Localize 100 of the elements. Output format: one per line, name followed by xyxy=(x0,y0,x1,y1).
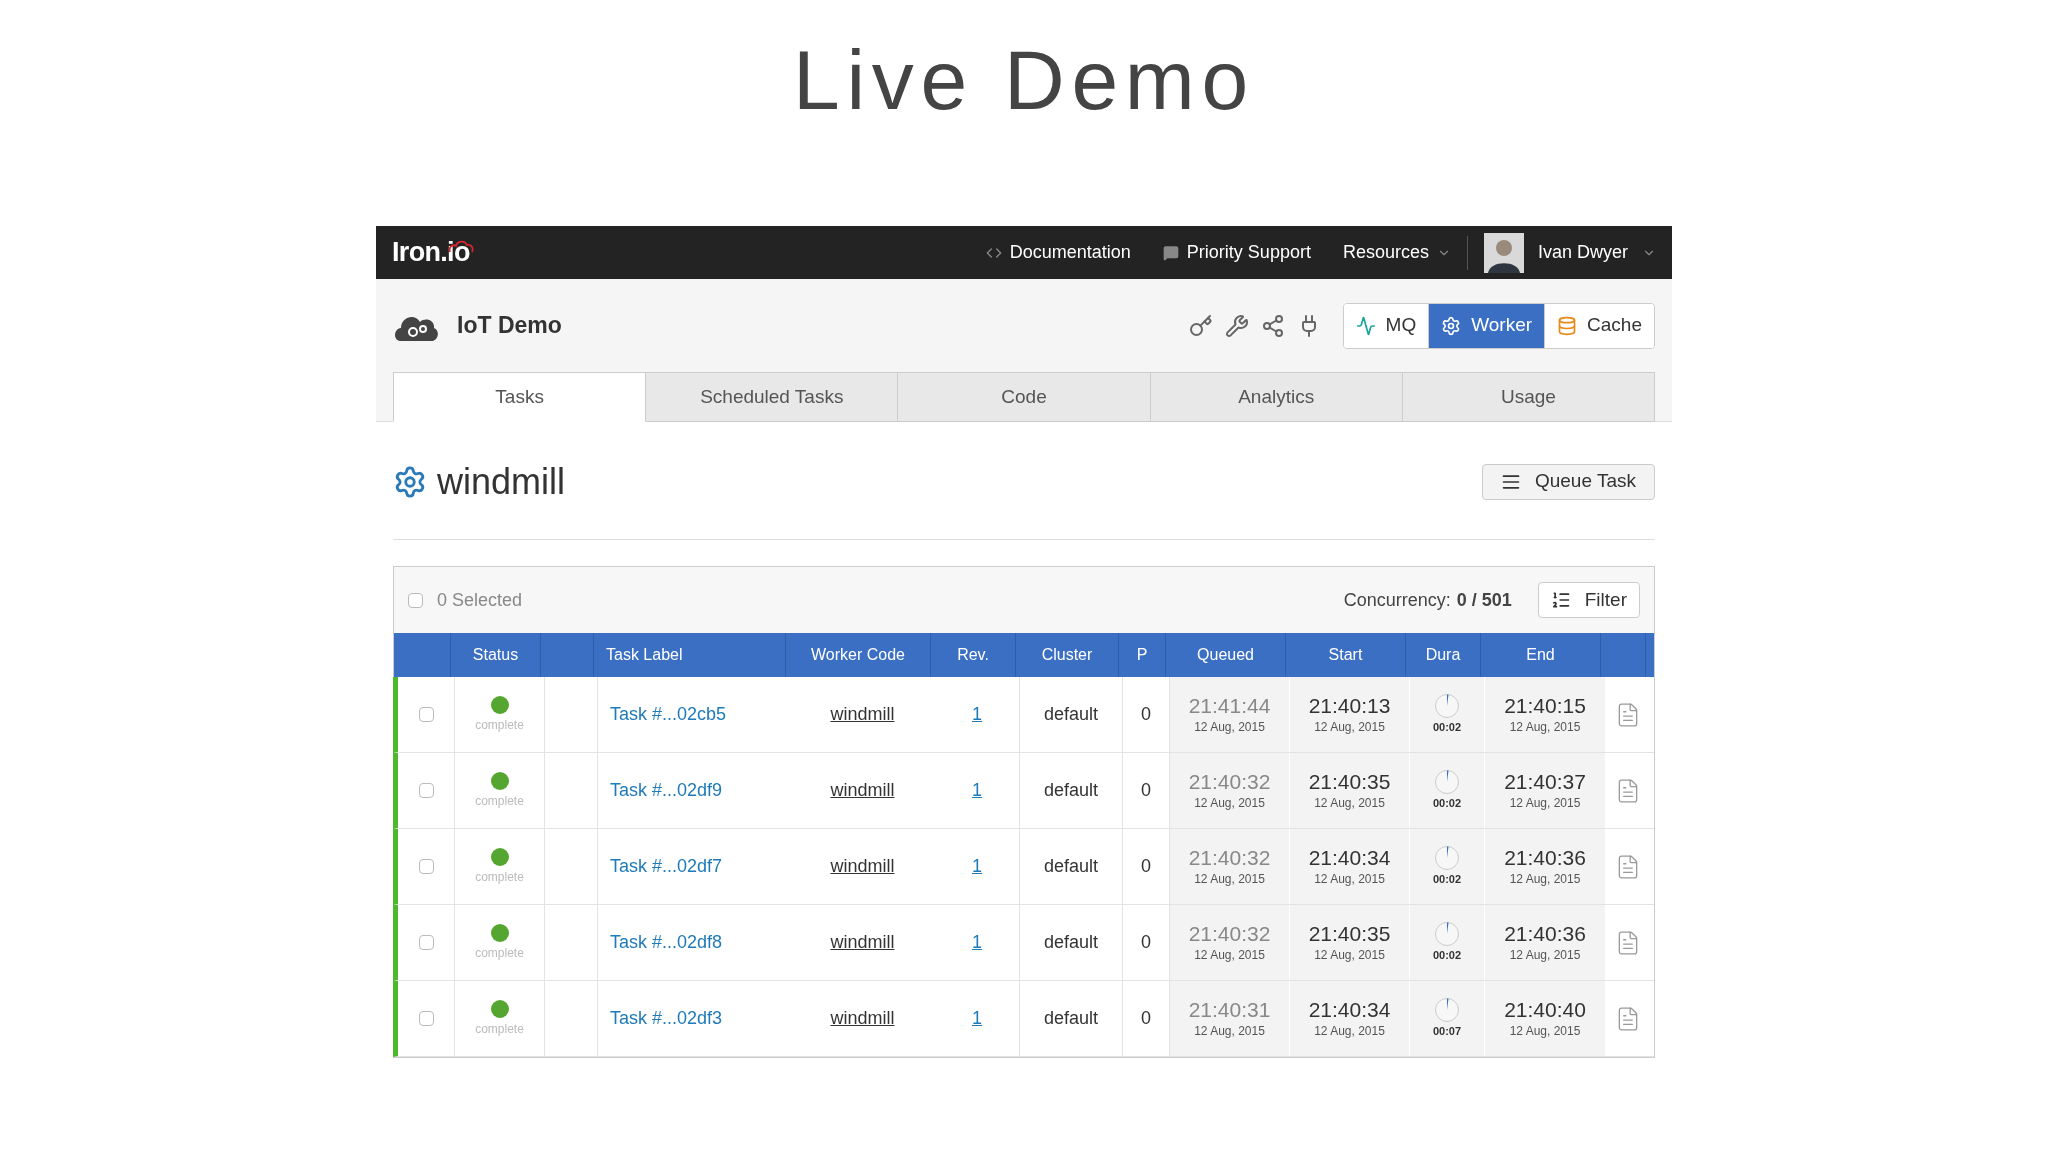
tab[interactable]: Tasks xyxy=(393,372,647,422)
service-tab[interactable]: Worker xyxy=(1428,303,1545,348)
user-menu[interactable]: Ivan Dwyer xyxy=(1483,232,1656,273)
duration-text: 00:02 xyxy=(1432,796,1462,812)
column-header[interactable]: Status xyxy=(472,643,519,667)
column-header[interactable]: Dura xyxy=(1425,643,1461,667)
stack-icon xyxy=(1557,315,1578,336)
checkbox[interactable] xyxy=(418,783,434,798)
queue-task-button[interactable]: Queue Task xyxy=(1481,463,1655,500)
time-text: 21:40:34 xyxy=(1308,997,1391,1022)
column-header[interactable]: Rev. xyxy=(957,643,989,667)
duration-text: 00:02 xyxy=(1432,872,1462,888)
cluster-cell-text: default xyxy=(1043,1007,1098,1030)
date-text: 12 Aug, 2015 xyxy=(1314,946,1385,964)
timer-icon xyxy=(1434,769,1460,796)
status-text: complete xyxy=(475,792,524,810)
tab[interactable]: Scheduled Tasks xyxy=(646,372,899,422)
worker-code-link[interactable]: windmill xyxy=(830,853,895,880)
filter-button[interactable]: Filter xyxy=(1537,582,1640,618)
cluster-cell-text: default xyxy=(1043,703,1098,726)
tools-icon[interactable] xyxy=(1224,313,1249,338)
task-link[interactable]: Task #...02df8 xyxy=(610,929,723,956)
column-header[interactable]: Task Label xyxy=(606,643,683,667)
logo[interactable]: Iron.io xyxy=(392,232,470,273)
date-text: 12 Aug, 2015 xyxy=(1194,946,1265,964)
avatar xyxy=(1483,232,1524,273)
tab[interactable]: Usage xyxy=(1402,372,1655,422)
checkbox[interactable] xyxy=(418,935,434,950)
sort-icon xyxy=(1550,590,1571,610)
time-text: 21:40:37 xyxy=(1504,769,1586,794)
date-text: 12 Aug, 2015 xyxy=(1314,870,1385,888)
task-link[interactable]: Task #...02df9 xyxy=(610,777,723,804)
time-text: 21:40:13 xyxy=(1308,693,1391,718)
task-link[interactable]: Task #...02df3 xyxy=(610,1005,723,1032)
tab[interactable]: Analytics xyxy=(1150,372,1403,422)
concurrency-label: Concurrency: xyxy=(1343,588,1451,612)
selected-count: 0 Selected xyxy=(437,588,523,612)
time-text: 21:40:35 xyxy=(1308,921,1391,946)
time-text: 21:40:40 xyxy=(1504,997,1586,1022)
worker-code-link[interactable]: windmill xyxy=(830,701,895,728)
date-text: 12 Aug, 2015 xyxy=(1509,718,1581,736)
tab[interactable]: Code xyxy=(898,372,1151,422)
worker-title: windmill xyxy=(437,459,566,504)
duration-text: 00:07 xyxy=(1432,1024,1462,1040)
date-text: 12 Aug, 2015 xyxy=(1509,946,1581,964)
task-link[interactable]: Task #...02df7 xyxy=(610,853,723,880)
priority-cell-text: 0 xyxy=(1141,1007,1151,1030)
duration-text: 00:02 xyxy=(1432,720,1462,736)
revision-link[interactable]: 1 xyxy=(972,701,982,728)
status-text: complete xyxy=(475,868,524,886)
wave-icon xyxy=(1355,315,1376,336)
task-row[interactable]: complete Task #...02df7 windmill 1 default 0 21:40:32 12 Aug, 2015 21:40:34 12 Aug, 2015 00:02 21:40:36 12 Aug, 2015 xyxy=(393,829,1654,905)
key-icon[interactable] xyxy=(1188,313,1213,338)
revision-link[interactable]: 1 xyxy=(972,929,982,956)
priority-cell-text: 0 xyxy=(1141,703,1151,726)
cluster-cell-text: default xyxy=(1043,855,1098,878)
checkbox[interactable] xyxy=(408,592,423,608)
time-text: 21:40:15 xyxy=(1504,693,1586,718)
service-tab[interactable]: Cache xyxy=(1544,303,1654,348)
time-text: 21:40:34 xyxy=(1308,845,1391,870)
column-header[interactable]: End xyxy=(1526,643,1555,667)
task-row[interactable]: complete Task #...02df8 windmill 1 default 0 21:40:32 12 Aug, 2015 21:40:35 12 Aug, 2015 00:02 21:40:36 12 Aug, 2015 xyxy=(393,905,1654,981)
date-text: 12 Aug, 2015 xyxy=(1509,870,1581,888)
concurrency-value: 0 / 501 xyxy=(1456,588,1512,612)
column-header[interactable]: Queued xyxy=(1197,643,1254,667)
status-text: complete xyxy=(475,944,524,962)
time-text: 21:40:32 xyxy=(1188,769,1271,794)
task-row[interactable]: complete Task #...02df3 windmill 1 default 0 21:40:31 12 Aug, 2015 21:40:34 12 Aug, 2015 00:07 21:40:40 12 Aug, 2015 xyxy=(393,981,1654,1057)
revision-link[interactable]: 1 xyxy=(972,1005,982,1032)
timer-icon xyxy=(1434,921,1460,948)
slide-title: Live Demo xyxy=(793,32,1255,129)
date-text: 12 Aug, 2015 xyxy=(1194,718,1265,736)
worker-code-link[interactable]: windmill xyxy=(830,777,895,804)
project-title: IoT Demo xyxy=(457,311,562,341)
status-text: complete xyxy=(475,716,524,734)
column-header[interactable]: P xyxy=(1136,643,1148,667)
revision-link[interactable]: 1 xyxy=(972,777,982,804)
chat-icon xyxy=(1162,244,1179,261)
worker-code-link[interactable]: windmill xyxy=(830,1005,895,1032)
date-text: 12 Aug, 2015 xyxy=(1314,718,1385,736)
time-text: 21:40:35 xyxy=(1308,769,1391,794)
column-header[interactable]: Cluster xyxy=(1041,643,1093,667)
task-row[interactable]: complete Task #...02cb5 windmill 1 default 0 21:41:44 12 Aug, 2015 21:40:13 12 Aug, 2015 00:02 21:40:15 12 Aug, 2015 xyxy=(393,677,1654,753)
column-header[interactable]: Worker Code xyxy=(811,643,905,667)
nav-link[interactable]: Documentation xyxy=(985,239,1131,266)
column-header[interactable]: Start xyxy=(1328,643,1363,667)
worker-code-link[interactable]: windmill xyxy=(830,929,895,956)
task-row[interactable]: complete Task #...02df9 windmill 1 default 0 21:40:32 12 Aug, 2015 21:40:35 12 Aug, 2015 00:02 21:40:37 12 Aug, 2015 xyxy=(393,753,1654,829)
nav-link[interactable]: Priority Support xyxy=(1162,239,1311,266)
cluster-cell-text: default xyxy=(1043,779,1098,802)
checkbox[interactable] xyxy=(418,1011,434,1026)
share-icon[interactable] xyxy=(1260,313,1285,338)
timer-icon xyxy=(1434,693,1460,720)
time-text: 21:40:36 xyxy=(1504,921,1586,946)
checkbox[interactable] xyxy=(418,859,434,874)
priority-cell-text: 0 xyxy=(1141,931,1151,954)
checkbox[interactable] xyxy=(418,707,434,722)
nav-link[interactable]: Resources xyxy=(1342,239,1451,266)
revision-link[interactable]: 1 xyxy=(972,853,982,880)
task-link[interactable]: Task #...02cb5 xyxy=(610,701,727,728)
